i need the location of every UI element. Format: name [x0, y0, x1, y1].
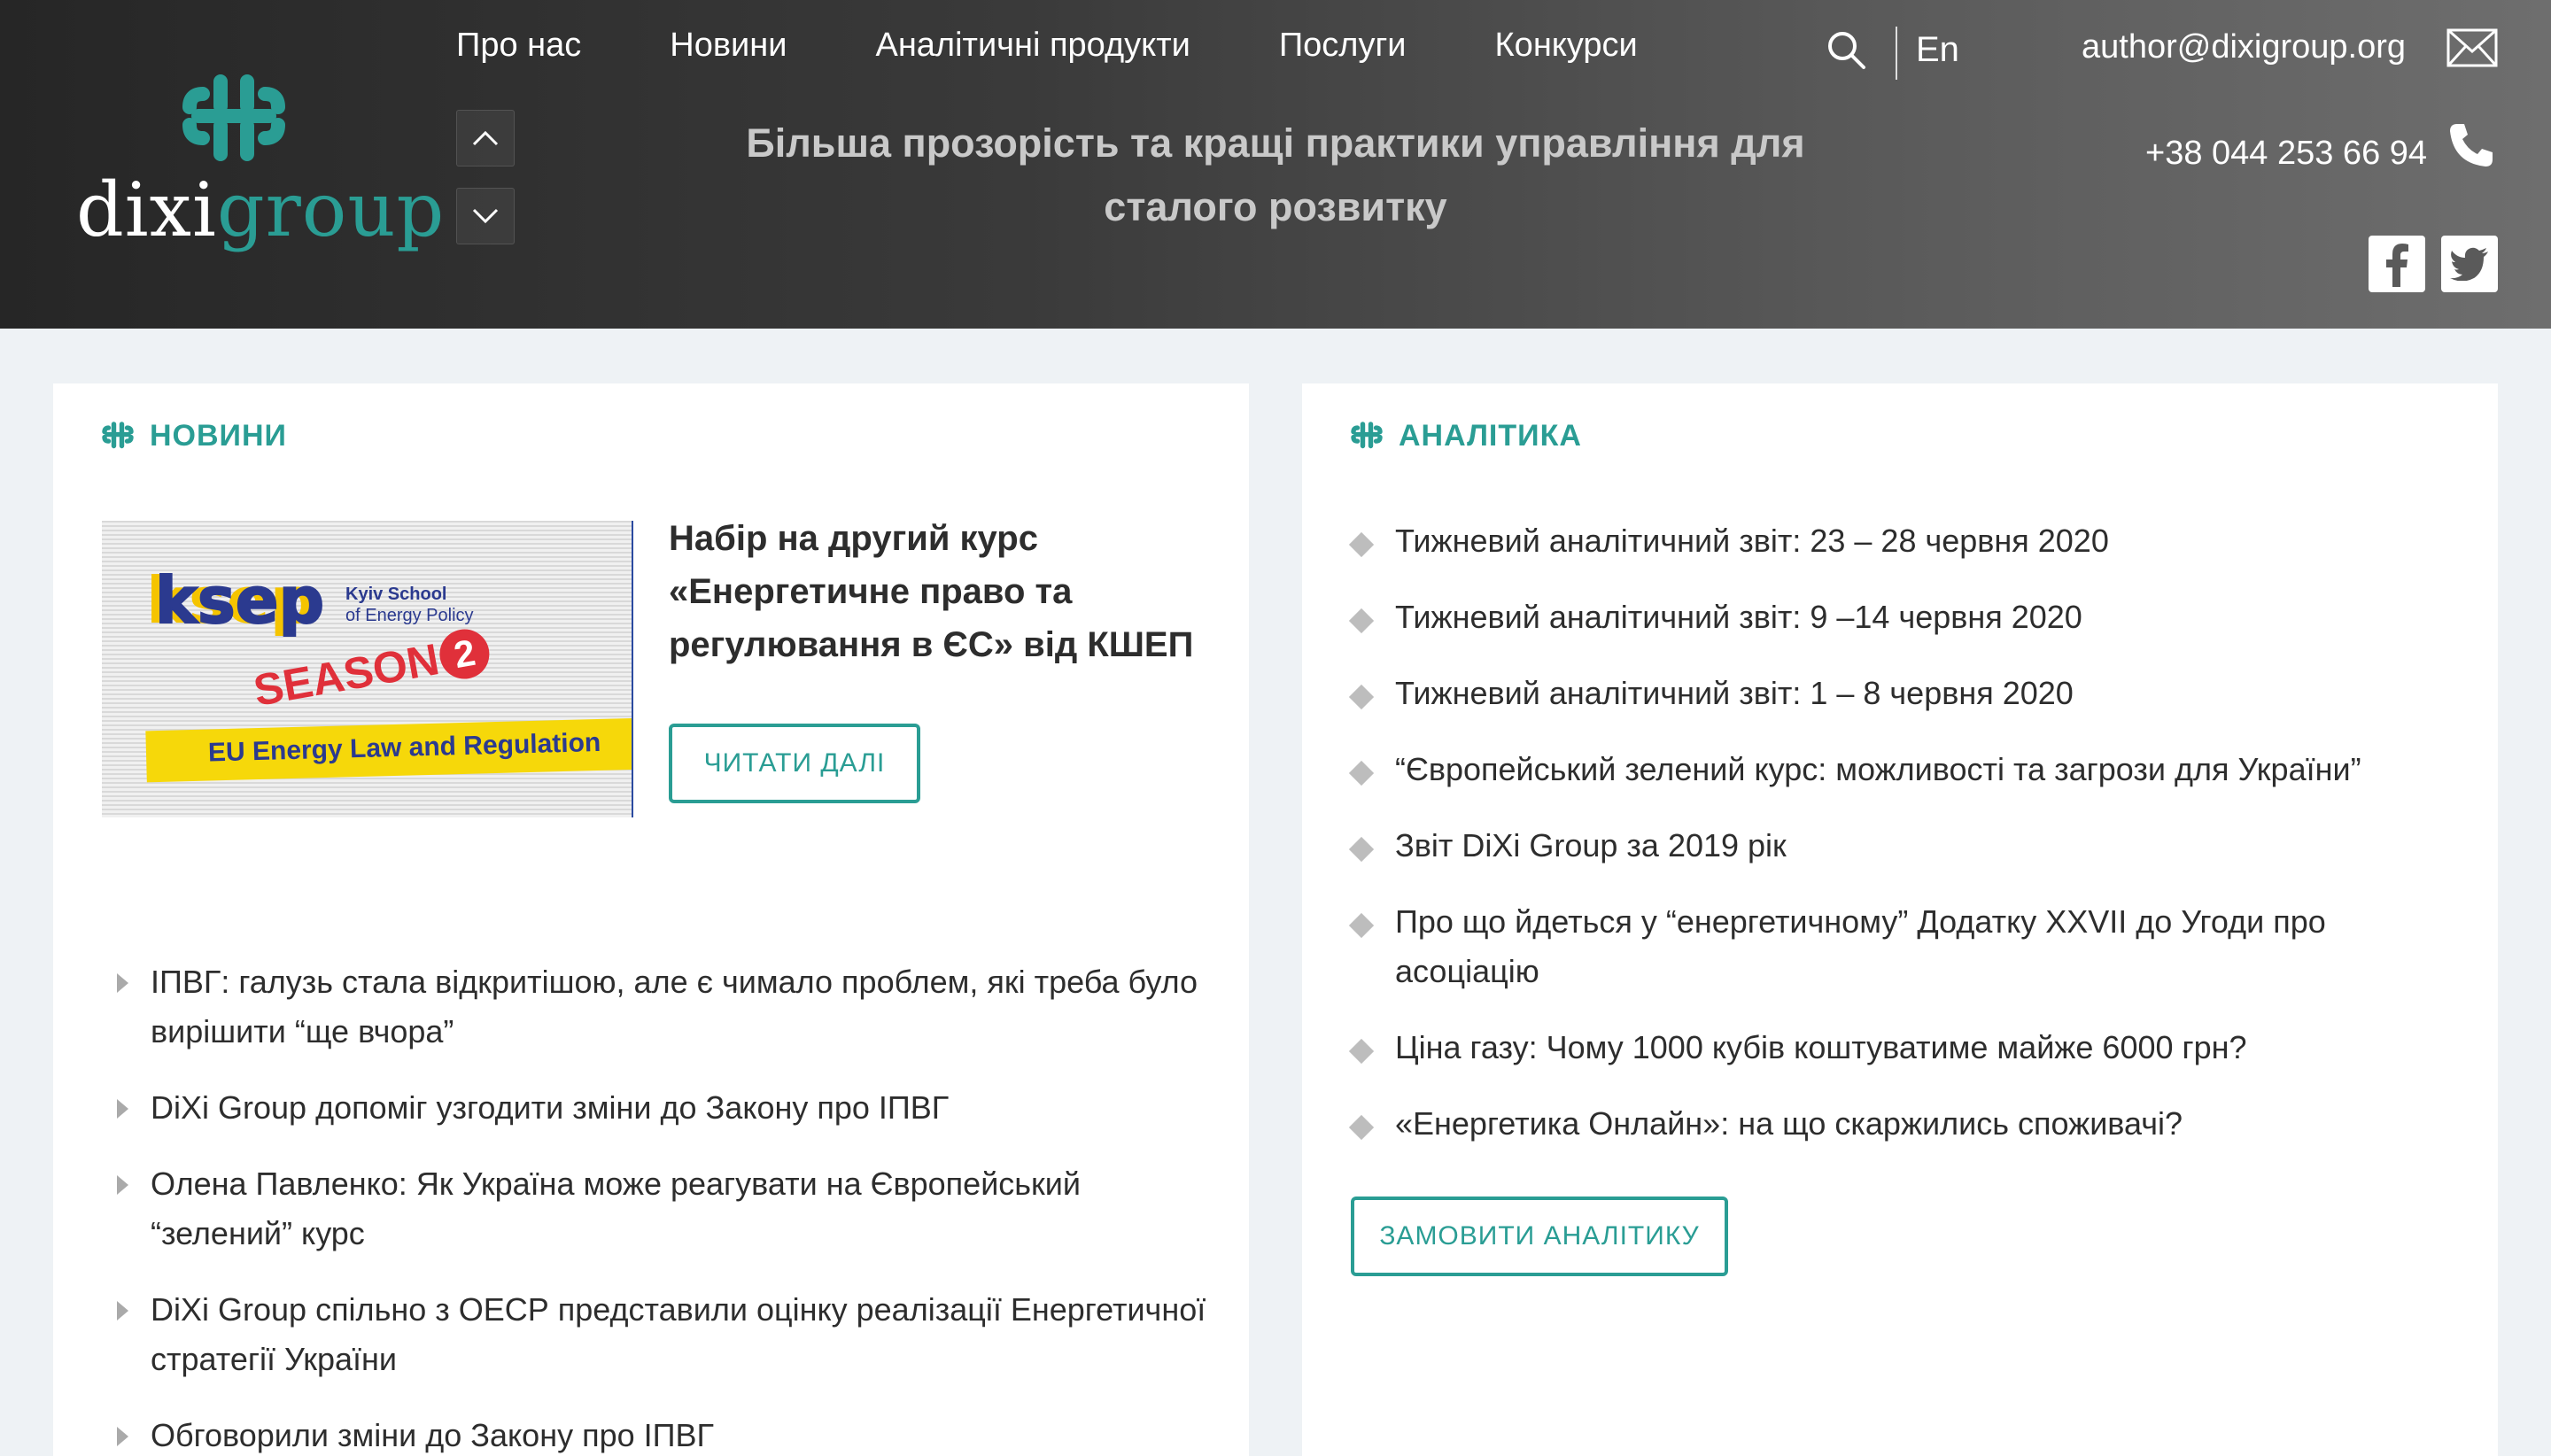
analytics-section-title: АНАЛІТИКА: [1399, 419, 1582, 453]
chevron-up-icon: [472, 130, 499, 146]
twitter-icon: [2450, 247, 2488, 281]
analytics-item-text: «Енергетика Онлайн»: на що скаржились сп…: [1395, 1105, 2183, 1142]
news-item-text: Обговорили зміни до Закону про ІПВГ: [151, 1417, 714, 1453]
season-text: SEASON: [250, 634, 443, 716]
news-item-text: Олена Павленко: Як Україна може реагуват…: [151, 1166, 1082, 1251]
course-banner: EU Energy Law and Regulation: [145, 717, 632, 783]
search-icon[interactable]: [1825, 28, 1867, 71]
diamond-bullet-icon: [1348, 836, 1375, 863]
caret-right-icon: [117, 973, 128, 993]
ksep-logo-text: ksep: [154, 562, 325, 639]
diamond-bullet-icon: [1348, 1114, 1375, 1141]
analytics-item-text: Тижневий аналітичний звіт: 23 – 28 червн…: [1395, 523, 2109, 559]
facebook-icon: [2386, 244, 2408, 287]
analytics-item-text: Звіт DiXi Group за 2019 рік: [1395, 827, 1787, 864]
order-analytics-button[interactable]: ЗАМОВИТИ АНАЛІТИКУ: [1351, 1197, 1728, 1276]
language-switch[interactable]: En: [1916, 30, 1959, 70]
read-more-button[interactable]: ЧИТАТИ ДАЛІ: [669, 724, 920, 803]
tagline-line-2: сталого розвитку: [1104, 184, 1447, 229]
diamond-bullet-icon: [1348, 760, 1375, 786]
site-header: dixigroup Про нас Новини Аналітичні прод…: [0, 0, 2551, 329]
list-item[interactable]: DiXi Group допоміг узгодити зміни до Зак…: [106, 1083, 1213, 1133]
list-item[interactable]: “Європейський зелений курс: можливості т…: [1348, 745, 2458, 794]
header-tagline: Більша прозорість та кращі практики упра…: [673, 112, 1878, 239]
list-item[interactable]: Тижневий аналітичний звіт: 1 – 8 червня …: [1348, 669, 2458, 718]
nav-item-services[interactable]: Послуги: [1279, 27, 1407, 65]
list-item[interactable]: DiXi Group спільно з ОЕСР представили оц…: [106, 1285, 1213, 1384]
list-item[interactable]: Обговорили зміни до Закону про ІПВГ: [106, 1411, 1213, 1456]
contact-email-link[interactable]: author@dixigroup.org: [2082, 28, 2406, 66]
list-item[interactable]: Ціна газу: Чому 1000 кубів коштуватиме м…: [1348, 1023, 2458, 1073]
news-section-title: НОВИНИ: [150, 419, 287, 453]
caret-right-icon: [117, 1099, 128, 1119]
main-nav: Про нас Новини Аналітичні продукти Послу…: [456, 27, 1726, 65]
logo-wordmark: dixigroup: [76, 167, 445, 253]
section-logo-icon: [102, 421, 134, 448]
analytics-item-text: “Європейський зелений курс: можливості т…: [1395, 751, 2361, 787]
nav-item-about[interactable]: Про нас: [456, 27, 581, 65]
nav-item-contests[interactable]: Конкурси: [1495, 27, 1638, 65]
course-banner-text: EU Energy Law and Regulation: [207, 727, 601, 768]
nav-item-analytics[interactable]: Аналітичні продукти: [875, 27, 1190, 65]
feature-news-title[interactable]: Набір на другий курс «Енергетичне право …: [669, 512, 1200, 671]
diamond-bullet-icon: [1348, 912, 1375, 939]
ksep-school-line-2: of Energy Policy: [345, 606, 474, 625]
section-logo-icon: [1351, 421, 1383, 448]
list-item[interactable]: Олена Павленко: Як Україна може реагуват…: [106, 1159, 1213, 1259]
season-label: SEASON 2: [250, 624, 493, 716]
facebook-link[interactable]: [2369, 236, 2425, 292]
news-item-text: DiXi Group спільно з ОЕСР представили оц…: [151, 1291, 1206, 1377]
list-item[interactable]: Про що йдеться у “енергетичному” Додатку…: [1348, 897, 2458, 996]
analytics-item-text: Тижневий аналітичний звіт: 9 –14 червня …: [1395, 599, 2082, 635]
ksep-school-line-1: Kyiv School: [345, 585, 447, 604]
list-item[interactable]: ІПВГ: галузь стала відкритішою, але є чи…: [106, 957, 1213, 1057]
chevron-down-icon: [472, 208, 499, 224]
contact-phone[interactable]: +38 044 253 66 94: [2145, 135, 2427, 173]
logo-mark-icon: [182, 74, 285, 161]
analytics-card: АНАЛІТИКА Тижневий аналітичний звіт: 23 …: [1302, 383, 2498, 1456]
news-item-text: DiXi Group допоміг узгодити зміни до Зак…: [151, 1089, 950, 1126]
feature-news-image[interactable]: ksep Kyiv School of Energy Policy SEASON…: [102, 521, 633, 817]
news-card: НОВИНИ ksep Kyiv School of Energy Policy…: [53, 383, 1249, 1456]
caret-right-icon: [117, 1301, 128, 1320]
analytics-item-text: Про що йдеться у “енергетичному” Додатку…: [1395, 903, 2326, 989]
list-item[interactable]: Тижневий аналітичний звіт: 23 – 28 червн…: [1348, 516, 2458, 566]
list-item[interactable]: «Енергетика Онлайн»: на що скаржились сп…: [1348, 1099, 2458, 1149]
header-divider: [1896, 27, 1897, 80]
analytics-item-text: Ціна газу: Чому 1000 кубів коштуватиме м…: [1395, 1029, 2247, 1065]
twitter-link[interactable]: [2441, 236, 2498, 292]
news-list: ІПВГ: галузь стала відкритішою, але є чи…: [106, 957, 1213, 1456]
caret-right-icon: [117, 1427, 128, 1446]
diamond-bullet-icon: [1348, 608, 1375, 634]
diamond-bullet-icon: [1348, 684, 1375, 710]
season-number-badge: 2: [436, 625, 493, 683]
diamond-bullet-icon: [1348, 531, 1375, 558]
news-item-text: ІПВГ: галузь стала відкритішою, але є чи…: [151, 964, 1198, 1049]
analytics-item-text: Тижневий аналітичний звіт: 1 – 8 червня …: [1395, 675, 2074, 711]
nav-item-news[interactable]: Новини: [670, 27, 787, 65]
dixigroup-logo[interactable]: dixigroup: [76, 71, 444, 266]
caret-right-icon: [117, 1175, 128, 1195]
logo-dixi: dixi: [76, 167, 217, 253]
logo-group: group: [216, 167, 446, 253]
diamond-bullet-icon: [1348, 1038, 1375, 1065]
slider-down-button[interactable]: [456, 188, 515, 244]
list-item[interactable]: Тижневий аналітичний звіт: 9 –14 червня …: [1348, 592, 2458, 642]
phone-icon[interactable]: [2446, 120, 2496, 170]
analytics-section-header: АНАЛІТИКА: [1351, 419, 1582, 453]
tagline-line-1: Більша прозорість та кращі практики упра…: [746, 120, 1805, 166]
mail-icon[interactable]: [2446, 28, 2498, 67]
analytics-list: Тижневий аналітичний звіт: 23 – 28 червн…: [1348, 516, 2458, 1175]
list-item[interactable]: Звіт DiXi Group за 2019 рік: [1348, 821, 2458, 871]
slider-up-button[interactable]: [456, 110, 515, 167]
news-section-header: НОВИНИ: [102, 419, 287, 453]
